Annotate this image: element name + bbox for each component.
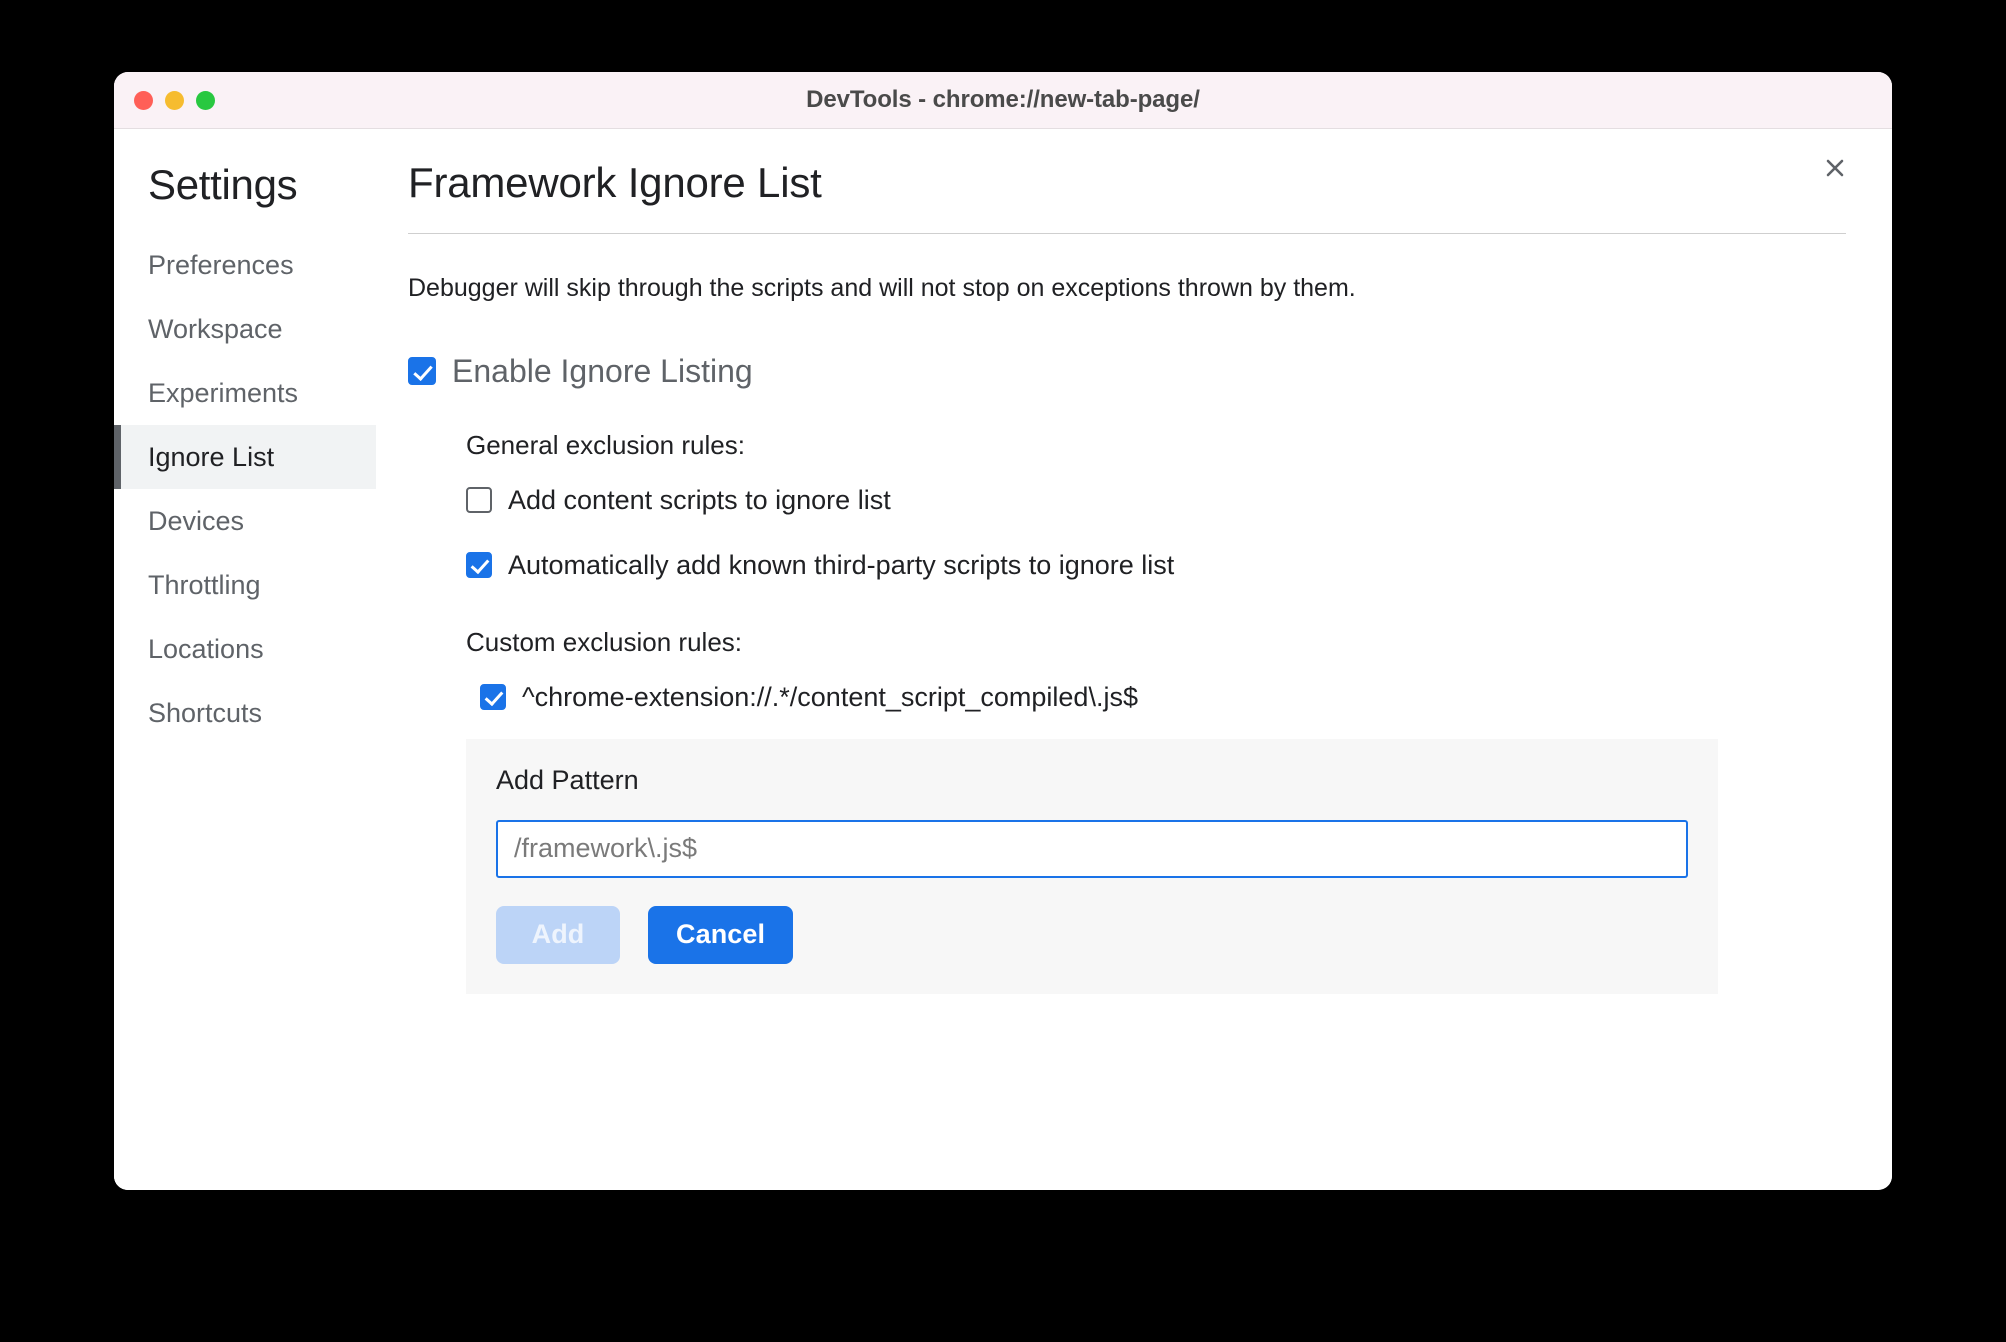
settings-sidebar: Settings Preferences Workspace Experimen… [114, 129, 376, 1190]
devtools-window: DevTools - chrome://new-tab-page/ Settin… [114, 72, 1892, 1190]
rule-row-content-scripts[interactable]: Add content scripts to ignore list [466, 485, 1846, 516]
rule-label: Automatically add known third-party scri… [508, 549, 1175, 580]
sidebar-item-locations[interactable]: Locations [114, 617, 376, 681]
title-divider [408, 233, 1846, 234]
pattern-row[interactable]: ^chrome-extension://.*/content_script_co… [466, 682, 1846, 713]
traffic-lights [134, 72, 215, 129]
window-title: DevTools - chrome://new-tab-page/ [806, 86, 1200, 113]
rule-label: Add content scripts to ignore list [508, 484, 891, 515]
sidebar-item-shortcuts[interactable]: Shortcuts [114, 681, 376, 745]
enable-ignore-listing-label: Enable Ignore Listing [452, 352, 753, 389]
add-pattern-actions: Add Cancel [496, 905, 1688, 964]
general-exclusion-rules-label: General exclusion rules: [466, 429, 745, 460]
rule-row-third-party-scripts[interactable]: Automatically add known third-party scri… [466, 550, 1846, 581]
auto-add-third-party-checkbox[interactable] [466, 552, 492, 578]
maximize-window-button[interactable] [196, 91, 215, 110]
add-button[interactable]: Add [496, 905, 620, 964]
pattern-enabled-checkbox[interactable] [480, 684, 506, 710]
sidebar-item-label: Preferences [148, 249, 294, 280]
sidebar-item-label: Locations [148, 633, 264, 664]
close-icon[interactable] [1814, 147, 1856, 189]
window-titlebar: DevTools - chrome://new-tab-page/ [114, 72, 1892, 129]
custom-pattern-list: ^chrome-extension://.*/content_script_co… [466, 682, 1846, 713]
sidebar-item-label: Ignore List [148, 441, 275, 472]
sidebar-item-label: Devices [148, 505, 245, 536]
cancel-button[interactable]: Cancel [648, 905, 794, 964]
minimize-window-button[interactable] [165, 91, 184, 110]
settings-dialog: Settings Preferences Workspace Experimen… [114, 129, 1892, 1190]
sidebar-item-workspace[interactable]: Workspace [114, 297, 376, 361]
sidebar-item-experiments[interactable]: Experiments [114, 361, 376, 425]
panel-description: Debugger will skip through the scripts a… [408, 274, 1356, 302]
pattern-text: ^chrome-extension://.*/content_script_co… [522, 681, 1138, 712]
sidebar-title: Settings [148, 161, 298, 208]
custom-exclusion-rules-label: Custom exclusion rules: [466, 626, 742, 657]
enable-ignore-listing-row[interactable]: Enable Ignore Listing [408, 353, 1846, 390]
page-title: Framework Ignore List [408, 159, 822, 206]
add-pattern-title: Add Pattern [496, 764, 639, 795]
sidebar-item-devices[interactable]: Devices [114, 489, 376, 553]
sidebar-item-label: Experiments [148, 377, 299, 408]
ignore-list-panel: Framework Ignore List Debugger will skip… [376, 129, 1892, 1190]
sidebar-item-label: Workspace [148, 313, 283, 344]
sidebar-item-ignore-list[interactable]: Ignore List [114, 425, 376, 489]
close-window-button[interactable] [134, 91, 153, 110]
enable-ignore-listing-checkbox[interactable] [408, 357, 436, 385]
sidebar-item-label: Shortcuts [148, 697, 263, 728]
add-pattern-card: Add Pattern Add Cancel [466, 738, 1718, 994]
sidebar-item-throttling[interactable]: Throttling [114, 553, 376, 617]
pattern-input[interactable] [496, 819, 1688, 878]
add-content-scripts-checkbox[interactable] [466, 487, 492, 513]
sidebar-item-preferences[interactable]: Preferences [114, 233, 376, 297]
ignore-list-options: General exclusion rules: Add content scr… [408, 430, 1846, 994]
sidebar-item-label: Throttling [148, 569, 261, 600]
